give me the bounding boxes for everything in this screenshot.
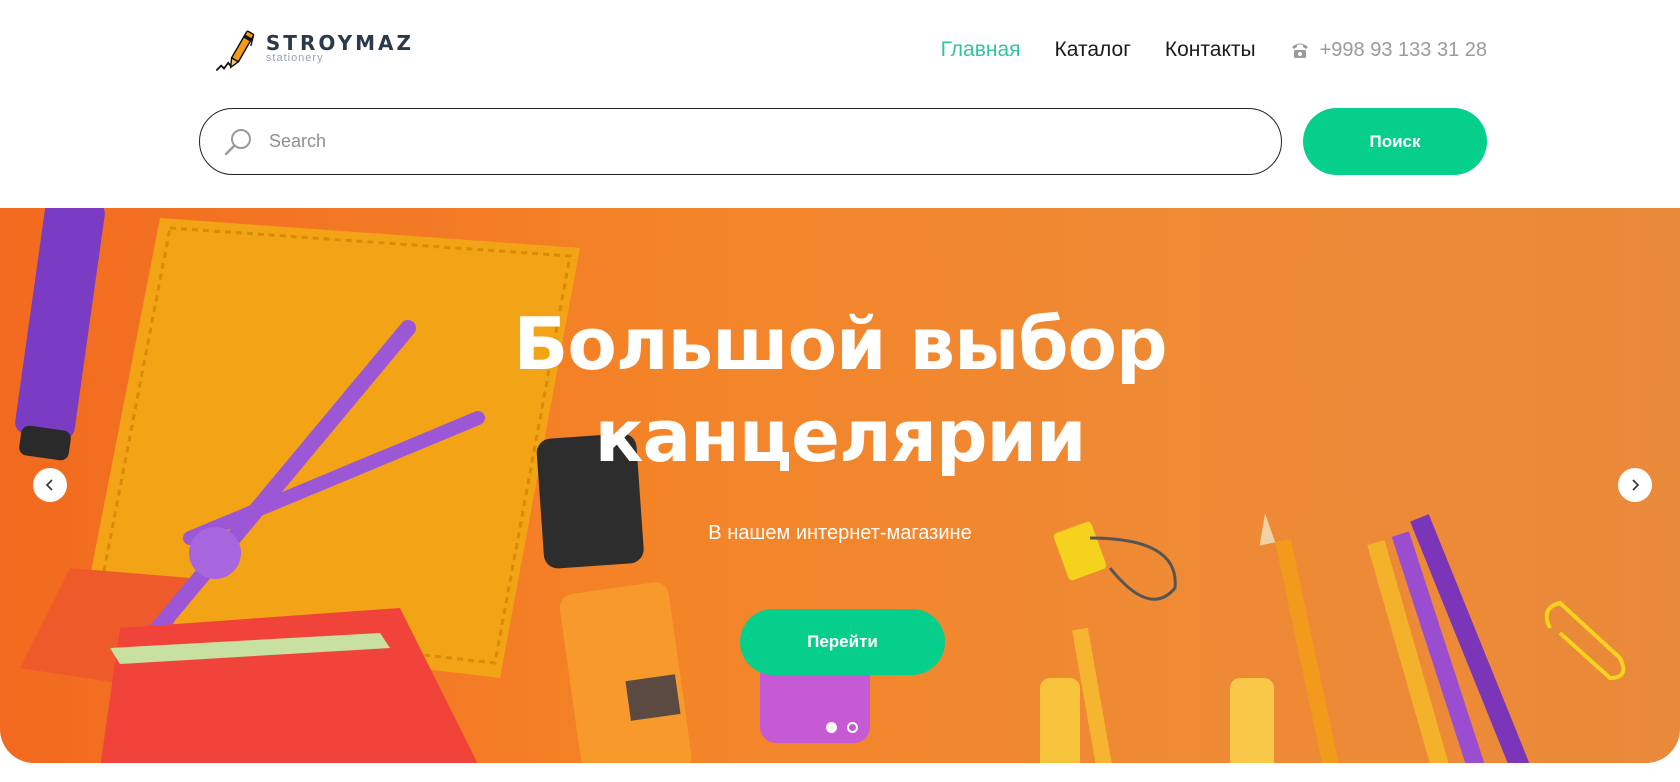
phone-icon bbox=[1291, 43, 1308, 58]
hero-subtitle: В нашем интернет-магазине bbox=[708, 522, 972, 544]
chevron-right-icon bbox=[1632, 479, 1640, 491]
logo-title: STROYMAZ bbox=[265, 30, 414, 55]
slider-dot-1[interactable] bbox=[826, 722, 837, 733]
phone-number: +998 93 133 31 28 bbox=[1319, 38, 1487, 61]
nav-item-contacts[interactable]: Контакты bbox=[1165, 38, 1256, 62]
chevron-left-icon bbox=[45, 479, 53, 491]
hero-title-line-1: Большой выбор bbox=[513, 302, 1168, 386]
logo[interactable]: STROYMAZ stationery bbox=[214, 18, 414, 82]
nav-item-catalog[interactable]: Каталог bbox=[1055, 38, 1131, 62]
nav-item-home[interactable]: Главная bbox=[941, 38, 1021, 62]
pen-icon bbox=[215, 30, 255, 71]
stationery-background-image bbox=[15, 208, 1626, 763]
hero-cta-button[interactable]: Перейти bbox=[740, 609, 945, 675]
slider-prev-button[interactable] bbox=[33, 468, 67, 502]
main-nav: Главная Каталог Контакты +998 93 133 31 … bbox=[941, 38, 1487, 62]
phone-link[interactable]: +998 93 133 31 28 bbox=[1290, 39, 1487, 62]
hero-title-line-2: канцелярии bbox=[594, 394, 1087, 478]
hero-banner: Большой выбор канцелярии В нашем интерне… bbox=[0, 208, 1680, 763]
site-header: STROYMAZ stationery Главная Каталог Конт… bbox=[0, 0, 1680, 208]
search-icon bbox=[224, 128, 251, 155]
search-input[interactable] bbox=[269, 131, 1169, 152]
search-bar bbox=[199, 108, 1282, 175]
slider-next-button[interactable] bbox=[1618, 468, 1652, 502]
hero-title: Большой выбор канцелярии bbox=[340, 298, 1340, 482]
slider-dots bbox=[826, 722, 858, 733]
search-button[interactable]: Поиск bbox=[1303, 108, 1487, 175]
slider-dot-2[interactable] bbox=[847, 722, 858, 733]
